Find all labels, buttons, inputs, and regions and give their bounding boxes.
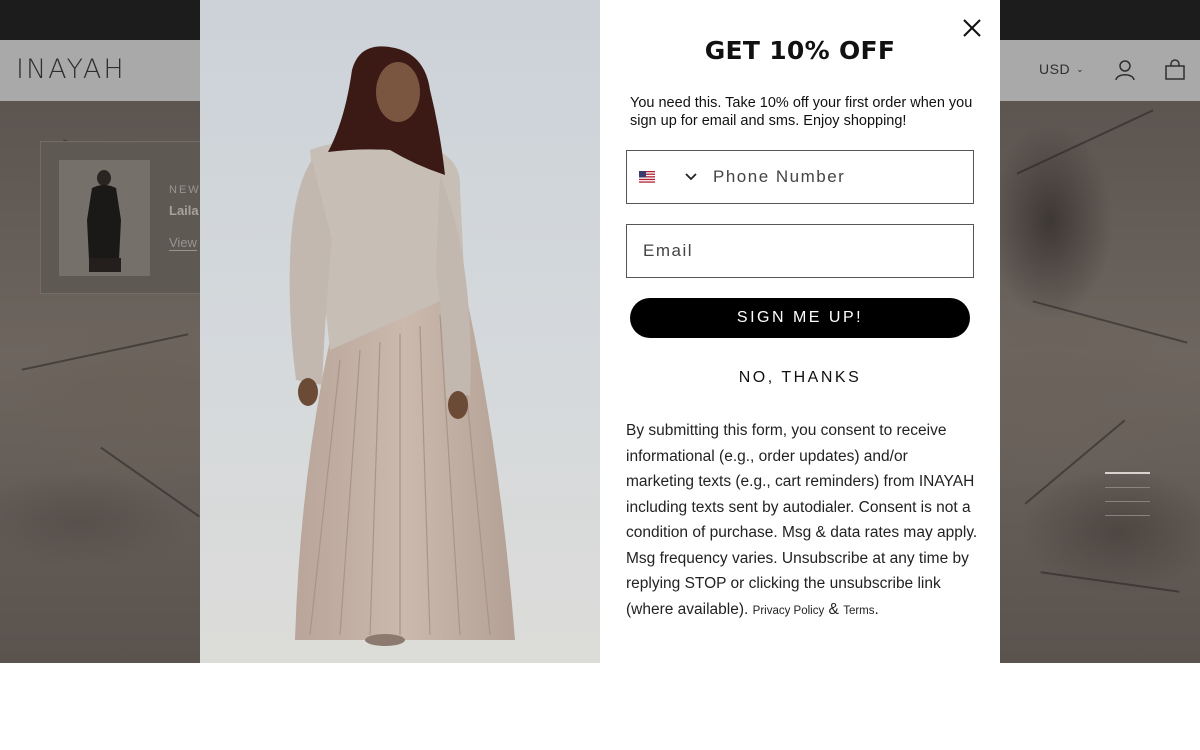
chevron-down-icon: ⌄: [1076, 64, 1085, 74]
popup-subtitle: You need this. Take 10% off your first o…: [630, 95, 973, 129]
product-image: [59, 160, 150, 276]
popup-title: GET 10% OFF: [704, 36, 896, 65]
sign-up-button[interactable]: SIGN ME UP!: [630, 298, 970, 338]
chevron-down-icon[interactable]: [685, 171, 697, 183]
privacy-policy-link[interactable]: Privacy Policy: [753, 605, 825, 617]
slide-indicator-4[interactable]: [1105, 515, 1150, 516]
phone-field[interactable]: [626, 150, 974, 204]
currency-label: USD: [1039, 61, 1071, 77]
popup-model-image: [200, 0, 600, 663]
cart-icon[interactable]: [1164, 59, 1186, 81]
us-flag-icon[interactable]: [639, 171, 655, 183]
email-field[interactable]: [626, 224, 974, 278]
slide-indicators: [1105, 472, 1150, 529]
slide-indicator-3[interactable]: [1105, 501, 1150, 502]
consent-text: By submitting this form, you consent to …: [626, 422, 978, 618]
currency-selector[interactable]: USD ⌄: [1039, 61, 1084, 77]
brand-logo[interactable]: INAYAH: [16, 54, 126, 85]
ampersand-text: &: [828, 600, 839, 618]
product-tag: NEW: [169, 184, 201, 196]
phone-input[interactable]: [713, 152, 968, 202]
rock-crack: [1032, 300, 1188, 344]
terms-link[interactable]: Terms: [843, 605, 874, 617]
email-input[interactable]: [643, 226, 963, 276]
terms-period: .: [874, 600, 879, 618]
rock-crack: [21, 333, 189, 371]
slide-indicator-2[interactable]: [1105, 487, 1150, 488]
view-product-link[interactable]: View: [169, 235, 197, 251]
product-name: Laila: [169, 203, 199, 218]
consent-disclaimer: By submitting this form, you consent to …: [626, 418, 978, 624]
rock-crack: [100, 446, 200, 518]
rock-crack: [1016, 109, 1154, 175]
slide-indicator-1[interactable]: [1105, 472, 1150, 474]
product-thumbnail[interactable]: [59, 160, 150, 276]
model-photo: [289, 46, 515, 646]
rock-crack: [1040, 571, 1180, 593]
no-thanks-button[interactable]: NO, THANKS: [700, 366, 900, 390]
account-icon[interactable]: [1114, 59, 1136, 81]
